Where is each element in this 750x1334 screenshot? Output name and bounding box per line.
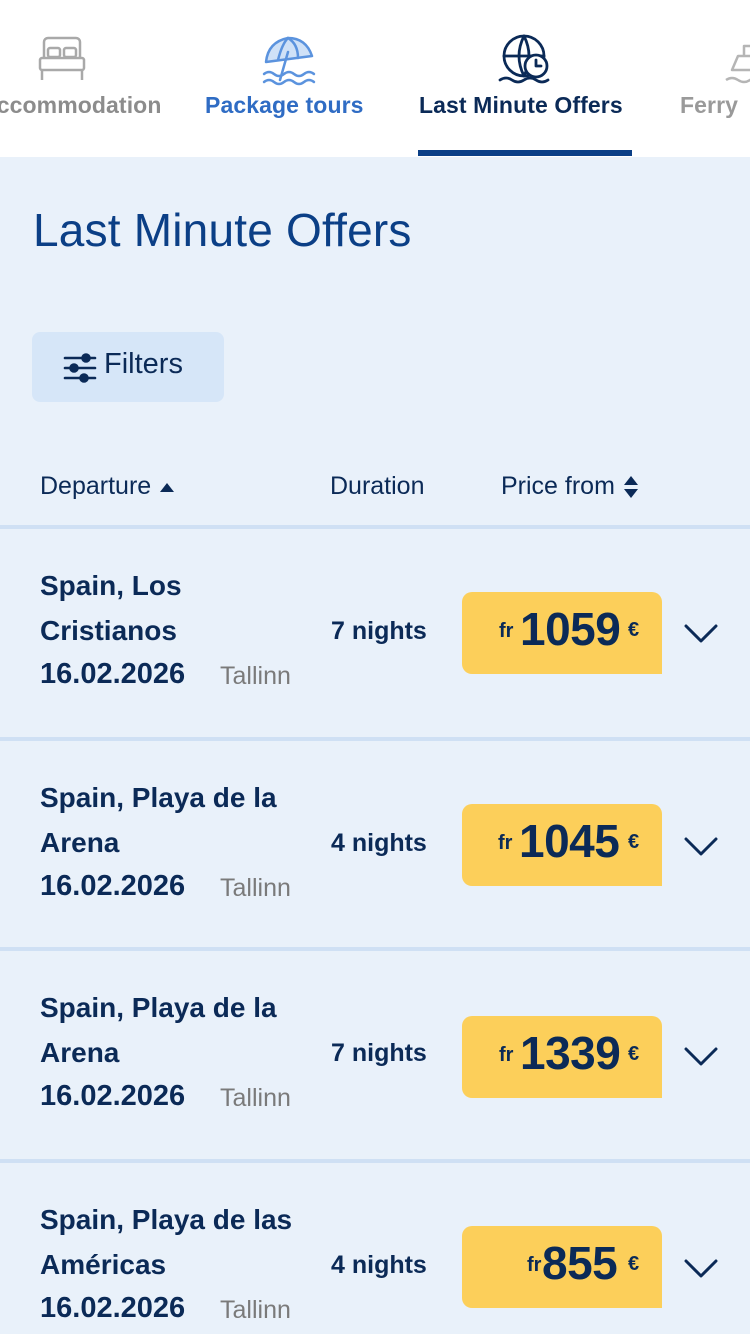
price-prefix: fr	[527, 1254, 542, 1276]
chevron-down-icon[interactable]	[684, 836, 718, 858]
offer-row[interactable]: Spain, Los Cristianos 16.02.2026 Tallinn…	[0, 529, 750, 741]
price-amount: 1059	[520, 603, 621, 655]
offer-destination: Spain, Los Cristianos	[40, 570, 182, 646]
chevron-down-icon[interactable]	[684, 1046, 718, 1068]
offer-date: 16.02.2026	[40, 870, 186, 902]
price-badge[interactable]: fr 1045 €	[462, 804, 662, 886]
offer-row[interactable]: Spain, Playa de la Arena 16.02.2026 Tall…	[0, 741, 750, 951]
active-tab-indicator	[418, 150, 632, 156]
chevron-down-icon[interactable]	[684, 623, 718, 645]
offer-date: 16.02.2026	[40, 1292, 186, 1324]
price-currency: €	[628, 1253, 640, 1275]
sliders-icon	[63, 353, 97, 383]
price-currency: €	[628, 619, 640, 641]
tab-ferry[interactable]: Ferry	[680, 0, 750, 157]
clock-globe-icon	[498, 34, 550, 84]
offer-row[interactable]: Spain, Playa de la Arena 16.02.2026 Tall…	[0, 951, 750, 1163]
column-header-duration: Duration	[330, 472, 425, 500]
tab-last-minute-offers[interactable]: Last Minute Offers	[418, 0, 632, 157]
offer-duration: 4 nights	[331, 829, 427, 857]
offer-row[interactable]: Spain, Playa de las Américas 16.02.2026 …	[0, 1163, 750, 1334]
bed-icon	[38, 36, 86, 80]
tab-accommodation[interactable]: Accommodation	[0, 0, 176, 157]
offer-destination: Spain, Playa de las Américas	[40, 1204, 293, 1280]
price-amount: 1339	[520, 1027, 621, 1079]
offer-duration: 4 nights	[331, 1251, 427, 1279]
price-currency: €	[628, 831, 640, 853]
filters-label: Filters	[104, 348, 183, 380]
offer-departure-city: Tallinn	[220, 874, 291, 902]
offer-date: 16.02.2026	[40, 658, 186, 690]
beach-umbrella-icon	[262, 36, 316, 86]
offer-destination: Spain, Playa de la Arena	[40, 782, 277, 858]
tab-label: Package tours	[205, 92, 364, 118]
column-header-departure: Departure	[40, 472, 152, 500]
ship-icon	[725, 44, 750, 84]
offer-destination: Spain, Playa de la Arena	[40, 992, 277, 1068]
offer-duration: 7 nights	[331, 1039, 427, 1067]
offer-departure-city: Tallinn	[220, 662, 291, 690]
price-badge[interactable]: fr 855 €	[462, 1226, 662, 1308]
tab-label: Accommodation	[0, 92, 162, 118]
price-currency: €	[628, 1043, 640, 1065]
sort-both-icon	[623, 475, 638, 498]
tab-label: Ferry	[680, 92, 739, 118]
offer-departure-city: Tallinn	[220, 1084, 291, 1112]
offer-departure-city: Tallinn	[220, 1296, 291, 1324]
column-header-price: Price from	[501, 472, 615, 500]
price-prefix: fr	[499, 620, 514, 642]
category-tabs: Accommodation Package tours Last Minute …	[0, 0, 750, 157]
sort-by-price[interactable]: Price from	[501, 472, 639, 501]
sort-by-departure[interactable]: Departure	[40, 472, 175, 501]
filters-button[interactable]: Filters	[32, 332, 224, 402]
page-title: Last Minute Offers	[33, 204, 412, 256]
offer-date: 16.02.2026	[40, 1080, 186, 1112]
tab-label: Last Minute Offers	[419, 92, 623, 118]
price-prefix: fr	[498, 832, 513, 854]
price-prefix: fr	[499, 1044, 514, 1066]
tab-package-tours[interactable]: Package tours	[200, 0, 375, 157]
chevron-down-icon[interactable]	[684, 1258, 718, 1280]
offer-duration: 7 nights	[331, 617, 427, 645]
price-badge[interactable]: fr 1339 €	[462, 1016, 662, 1098]
price-amount: 1045	[519, 815, 620, 867]
price-badge[interactable]: fr 1059 €	[462, 592, 662, 674]
price-amount: 855	[542, 1237, 618, 1289]
sort-ascending-icon	[160, 482, 175, 492]
